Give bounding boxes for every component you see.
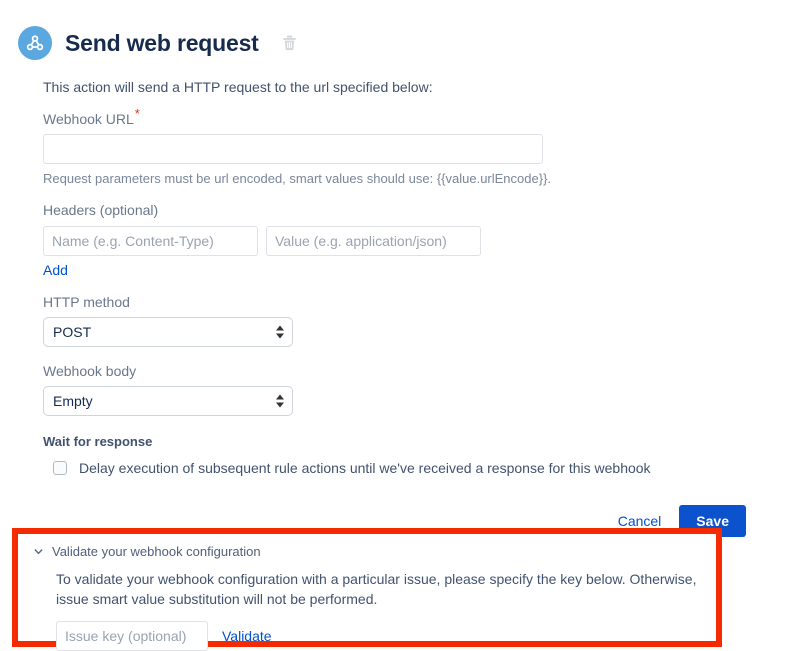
validate-controls: Validate (56, 620, 702, 651)
add-header-link[interactable]: Add (43, 262, 68, 278)
intro-text: This action will send a HTTP request to … (43, 79, 433, 95)
trash-icon[interactable] (281, 34, 299, 52)
webhook-body-select[interactable]: EmptyIssue dataCustom data (43, 386, 293, 416)
header-name-input[interactable] (43, 226, 258, 256)
delay-execution-label: Delay execution of subsequent rule actio… (79, 460, 651, 476)
webhook-url-input[interactable] (43, 134, 543, 164)
validate-panel-inner: Validate your webhook configuration To v… (18, 534, 716, 651)
http-method-label: HTTP method (43, 294, 130, 310)
page-title: Send web request (65, 29, 259, 56)
webhook-form: This action will send a HTTP request to … (0, 79, 802, 537)
webhook-icon (18, 26, 52, 60)
webhook-url-hint: Request parameters must be url encoded, … (43, 171, 552, 186)
webhook-url-label-text: Webhook URL (43, 111, 134, 127)
issue-key-input[interactable] (56, 620, 208, 651)
headers-label: Headers (optional) (43, 202, 159, 218)
cancel-button[interactable]: Cancel (618, 513, 662, 529)
chevron-down-icon (32, 546, 44, 558)
http-method-select[interactable]: POSTGETPUTDELETE (43, 317, 293, 347)
delay-execution-checkbox[interactable] (53, 461, 67, 475)
http-method-select-wrap: POSTGETPUTDELETE (43, 317, 293, 347)
wait-for-response-label: Wait for response (43, 434, 153, 449)
validate-link[interactable]: Validate (222, 628, 272, 644)
webhook-body-select-wrap: EmptyIssue dataCustom data (43, 386, 293, 416)
validate-section-toggle[interactable]: Validate your webhook configuration (32, 544, 702, 559)
required-marker: * (134, 106, 140, 122)
validate-description: To validate your webhook configuration w… (56, 571, 697, 608)
header-value-input[interactable] (266, 226, 481, 256)
validate-webhook-panel: Validate your webhook configuration To v… (12, 528, 722, 651)
webhook-url-label: Webhook URL* (43, 107, 802, 127)
webhook-body-label: Webhook body (43, 363, 137, 379)
headers-row (43, 226, 802, 256)
delay-execution-row[interactable]: Delay execution of subsequent rule actio… (43, 460, 802, 476)
validate-section-title: Validate your webhook configuration (52, 544, 261, 559)
action-header: Send web request (0, 0, 802, 60)
